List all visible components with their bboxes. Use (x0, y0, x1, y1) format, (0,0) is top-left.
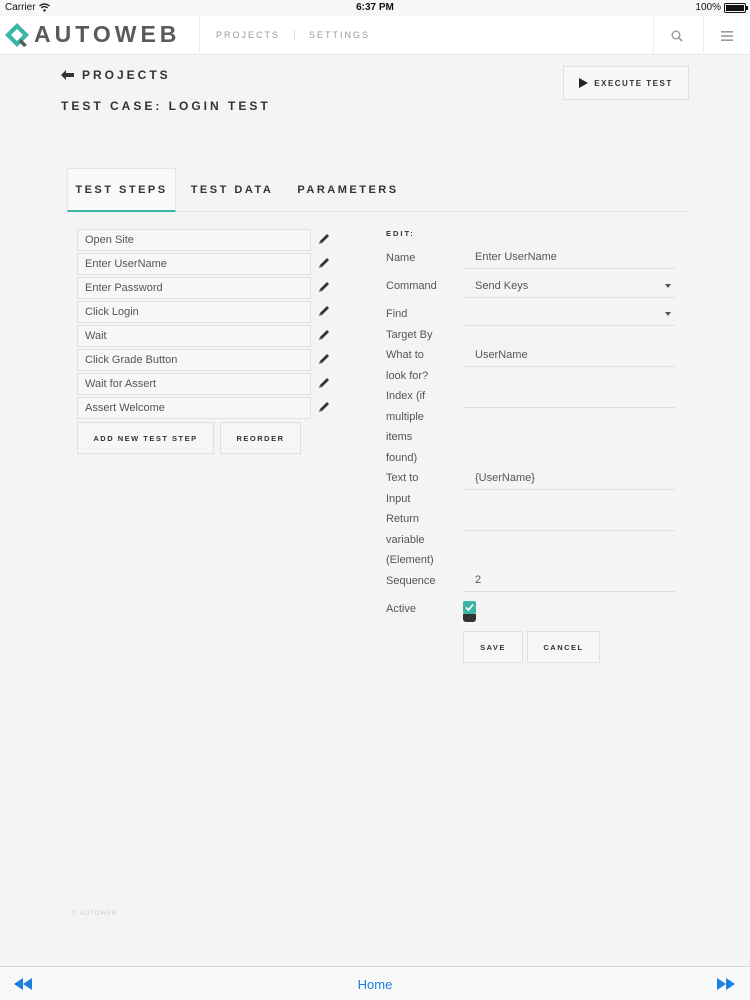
name-field[interactable]: Enter UserName (464, 247, 675, 269)
dropdown-caret-icon (665, 284, 671, 288)
test-step-item[interactable]: Open Site (77, 229, 311, 251)
command-select[interactable]: Send Keys (464, 276, 675, 298)
execute-test-button[interactable]: EXECUTE TEST (563, 66, 689, 100)
tab-test-data[interactable]: TEST DATA (183, 168, 281, 211)
what-to-look-for-label: What to look for? (386, 349, 429, 382)
logo[interactable]: AUTOWEB (4, 21, 180, 48)
edit-pencil-icon[interactable] (317, 352, 331, 366)
return-variable-field[interactable] (464, 509, 675, 531)
logo-mark-icon (5, 22, 29, 47)
edit-pencil-icon[interactable] (317, 328, 331, 342)
app-header: AUTOWEB PROJECTS SETTINGS (0, 16, 750, 55)
test-step-item[interactable]: Assert Welcome (77, 397, 311, 419)
battery-percent: 100% (695, 2, 721, 13)
home-link[interactable]: Home (0, 977, 750, 992)
checkmark-icon (465, 603, 474, 612)
active-checkbox[interactable] (463, 601, 476, 614)
what-to-look-for-field[interactable]: UserName (464, 345, 675, 367)
search-button[interactable] (654, 16, 700, 55)
name-label: Name (386, 252, 416, 264)
test-step-item[interactable]: Enter Password (77, 277, 311, 299)
execute-test-label: EXECUTE TEST (594, 78, 673, 88)
arrow-left-icon (61, 70, 74, 80)
battery-icon (724, 2, 748, 13)
find-target-by-select[interactable] (464, 304, 675, 326)
edit-pencil-icon[interactable] (317, 232, 331, 246)
test-step-item[interactable]: Click Login (77, 301, 311, 323)
main-nav: PROJECTS SETTINGS (216, 30, 370, 40)
status-bar: Carrier 6:37 PM 100% (0, 0, 750, 16)
nav-projects[interactable]: PROJECTS (216, 30, 280, 40)
index-label: Index (if multiple items found) (386, 390, 426, 464)
edit-pencil-icon[interactable] (317, 376, 331, 390)
test-step-item[interactable]: Enter UserName (77, 253, 311, 275)
sequence-label: Sequence (386, 575, 436, 587)
edit-pencil-icon[interactable] (317, 304, 331, 318)
tab-parameters[interactable]: PARAMETERS (291, 168, 405, 211)
return-variable-label: Return variable (Element) (386, 513, 434, 566)
tab-bar: TEST STEPS TEST DATA PARAMETERS (67, 168, 689, 212)
reorder-button[interactable]: REORDER (220, 422, 301, 454)
page-title: TEST CASE: LOGIN TEST (61, 99, 271, 113)
toggle-knob (463, 614, 476, 622)
bottom-toolbar: Home (0, 966, 750, 1000)
menu-button[interactable] (704, 16, 750, 55)
nav-separator (294, 30, 296, 40)
find-target-by-label: Find Target By (386, 308, 433, 341)
edit-heading: EDIT: (386, 229, 415, 238)
footer-copyright: © AUTOWEB (72, 911, 117, 917)
command-select-value: Send Keys (475, 280, 529, 292)
fast-forward-icon[interactable] (716, 977, 736, 991)
tab-test-steps[interactable]: TEST STEPS (67, 168, 176, 212)
sequence-field[interactable]: 2 (464, 570, 675, 592)
battery-group: 100% (695, 2, 748, 13)
active-label: Active (386, 603, 416, 615)
cancel-button[interactable]: CANCEL (527, 631, 600, 663)
test-step-item[interactable]: Wait for Assert (77, 373, 311, 395)
dropdown-caret-icon (665, 312, 671, 316)
logo-text: AUTOWEB (34, 21, 181, 47)
status-time: 6:37 PM (356, 2, 394, 13)
menu-icon (721, 30, 733, 41)
back-label: PROJECTS (82, 68, 171, 82)
play-icon (579, 78, 589, 88)
header-divider (199, 16, 200, 55)
command-label: Command (386, 280, 437, 292)
test-step-item[interactable]: Wait (77, 325, 311, 347)
text-to-input-field[interactable]: {UserName} (464, 468, 675, 490)
edit-pencil-icon[interactable] (317, 400, 331, 414)
text-to-input-label: Text to Input (386, 472, 419, 505)
search-icon (671, 30, 683, 42)
save-button[interactable]: SAVE (463, 631, 523, 663)
back-to-projects-link[interactable]: PROJECTS (61, 68, 171, 82)
nav-settings[interactable]: SETTINGS (309, 30, 370, 40)
add-new-test-step-button[interactable]: ADD NEW TEST STEP (77, 422, 214, 454)
test-step-item[interactable]: Click Grade Button (77, 349, 311, 371)
index-field[interactable] (464, 386, 675, 408)
edit-pencil-icon[interactable] (317, 280, 331, 294)
edit-pencil-icon[interactable] (317, 256, 331, 270)
